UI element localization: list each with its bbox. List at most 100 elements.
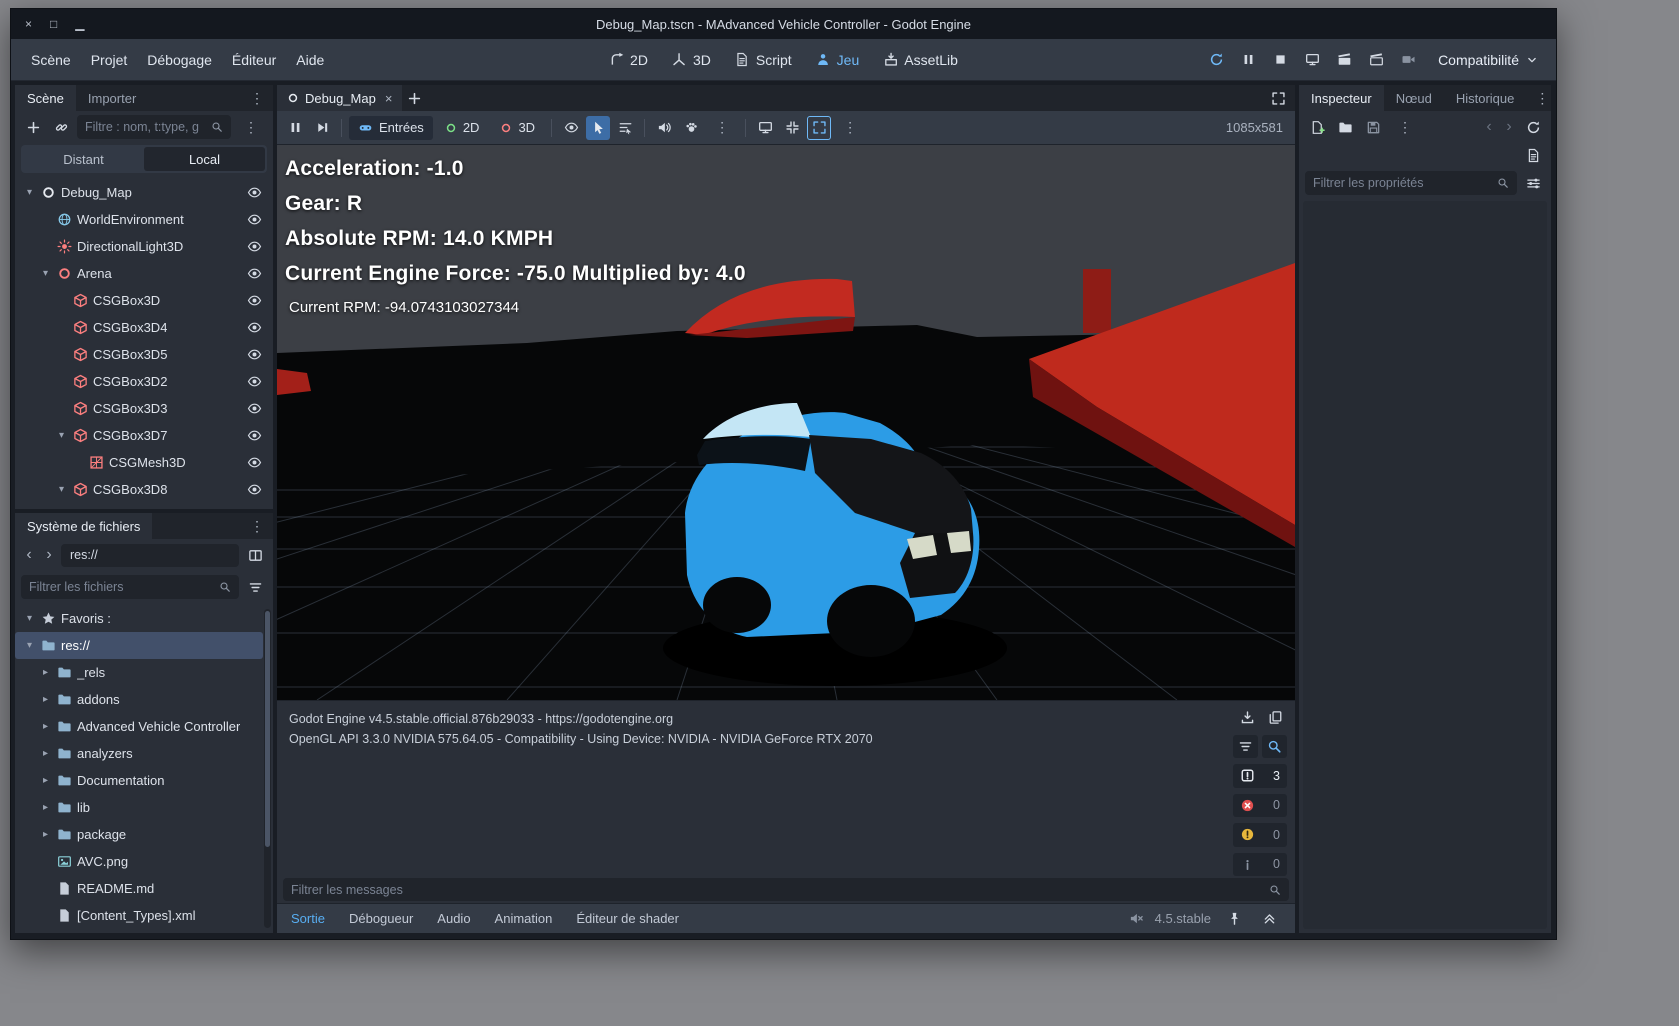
scrollbar-thumb[interactable]	[265, 611, 270, 847]
debug-paint-button[interactable]	[679, 116, 703, 140]
visibility-toggle[interactable]	[247, 266, 269, 281]
message-filter-input[interactable]: Filtrer les messages	[283, 878, 1289, 901]
tree-arrow-icon[interactable]: ▸	[39, 721, 52, 732]
add-node-button[interactable]	[21, 115, 45, 139]
scene-tree-row[interactable]: ▾Debug_Map	[15, 179, 273, 206]
play-custom-scene-button[interactable]	[1362, 47, 1390, 73]
scene-tree-row[interactable]: CSGBox3D2	[15, 368, 273, 395]
mute-game-audio-button[interactable]	[652, 116, 676, 140]
expand-panel-button[interactable]	[1257, 907, 1281, 931]
info-counter[interactable]: 0	[1233, 853, 1287, 877]
maximize-window-button[interactable]: □	[50, 17, 57, 31]
path-input[interactable]: res://	[61, 544, 239, 567]
new-resource-button[interactable]	[1305, 115, 1329, 139]
tree-arrow-icon[interactable]: ▾	[23, 640, 36, 651]
menu-editeur[interactable]: Éditeur	[222, 46, 286, 74]
filesystem-row[interactable]: README.md	[15, 875, 273, 902]
select-mode-button[interactable]	[586, 116, 610, 140]
filesystem-row[interactable]: ▸Documentation	[15, 767, 273, 794]
visibility-toggle[interactable]	[247, 347, 269, 362]
inspector-back-button[interactable]: ‹	[1481, 116, 1497, 138]
filesystem-row[interactable]: ▸analyzers	[15, 740, 273, 767]
new-scene-tab-button[interactable]	[402, 86, 426, 110]
bottom-tab-editeur-de-shader[interactable]: Éditeur de shader	[576, 911, 679, 926]
load-resource-button[interactable]	[1333, 115, 1357, 139]
property-tools-button[interactable]	[1521, 171, 1545, 195]
collapse-arrow-icon[interactable]: ▾	[55, 430, 68, 441]
workspace-script[interactable]: Script	[726, 47, 801, 73]
embed-options-button[interactable]	[753, 116, 777, 140]
inspector-history-button[interactable]	[1521, 115, 1545, 139]
property-filter-input[interactable]: Filtrer les propriétés	[1305, 171, 1517, 195]
scene-tree-row[interactable]: CSGMesh3D	[15, 449, 273, 476]
camera-2d-button[interactable]: 2D	[436, 116, 489, 140]
pin-panel-button[interactable]	[1222, 907, 1246, 931]
remote-debug-button[interactable]	[1298, 47, 1326, 73]
visibility-toggle[interactable]	[247, 320, 269, 335]
visibility-toggle[interactable]	[247, 239, 269, 254]
scene-tree-row[interactable]: ▾CSGBox3D8	[15, 476, 273, 503]
menu-debogage[interactable]: Débogage	[137, 46, 222, 74]
scene-tree-row[interactable]: WorldEnvironment	[15, 206, 273, 233]
menu-aide[interactable]: Aide	[286, 46, 334, 74]
workspace-3d[interactable]: 3D	[663, 47, 720, 73]
errors-counter[interactable]: 0	[1233, 794, 1287, 818]
camera-override-button[interactable]	[559, 116, 583, 140]
inspector-menu-button[interactable]: ⋮	[1526, 85, 1558, 111]
save-output-button[interactable]	[1235, 705, 1259, 729]
renderer-select[interactable]: Compatibilité	[1426, 48, 1546, 72]
play-scene-button[interactable]	[1330, 47, 1358, 73]
filesystem-scrollbar[interactable]	[264, 609, 271, 928]
history-back-button[interactable]: ‹	[21, 544, 37, 566]
warnings-counter[interactable]: 0	[1233, 823, 1287, 847]
tab-scene[interactable]: Scène	[15, 85, 76, 111]
history-forward-button[interactable]: ›	[41, 544, 57, 566]
search-output-button[interactable]	[1262, 735, 1287, 758]
file-filter-input[interactable]: Filtrer les fichiers	[21, 575, 239, 599]
filesystem-tab[interactable]: Système de fichiers	[15, 513, 152, 539]
bottom-tab-animation[interactable]: Animation	[495, 911, 553, 926]
tree-arrow-icon[interactable]: ▸	[39, 748, 52, 759]
scene-tree-row[interactable]: CSGBox3D4	[15, 314, 273, 341]
remote-button[interactable]: Distant	[23, 147, 144, 171]
inspector-forward-button[interactable]: ›	[1501, 116, 1517, 138]
menu-projet[interactable]: Projet	[81, 46, 138, 74]
game-options-menu-button[interactable]: ⋮	[706, 119, 738, 136]
bottom-tab-debogueur[interactable]: Débogueur	[349, 911, 413, 926]
scene-tree-row[interactable]: ▾Arena	[15, 260, 273, 287]
scene-dock-menu-button[interactable]: ⋮	[241, 85, 273, 111]
movie-mode-button[interactable]	[1394, 47, 1422, 73]
tab-inspecteur[interactable]: Inspecteur	[1299, 85, 1384, 111]
filesystem-row[interactable]: ▾res://	[15, 632, 263, 659]
input-mode-button[interactable]: Entrées	[349, 116, 433, 140]
filesystem-row[interactable]: ▸Advanced Vehicle Controller	[15, 713, 273, 740]
tree-arrow-icon[interactable]: ▸	[39, 829, 52, 840]
collapse-arrow-icon[interactable]: ▾	[55, 484, 68, 495]
filesystem-menu-button[interactable]: ⋮	[241, 513, 273, 539]
filesystem-row[interactable]: ▸addons	[15, 686, 273, 713]
tree-arrow-icon[interactable]: ▸	[39, 694, 52, 705]
filesystem-row[interactable]: ▸package	[15, 821, 273, 848]
filesystem-row[interactable]: [Content_Types].xml	[15, 902, 273, 929]
visibility-toggle[interactable]	[247, 374, 269, 389]
workspace-assetlib[interactable]: AssetLib	[874, 47, 967, 73]
camera-3d-button[interactable]: 3D	[491, 116, 544, 140]
open-docs-button[interactable]	[1521, 143, 1545, 167]
tab-importer[interactable]: Importer	[76, 85, 148, 111]
visibility-toggle[interactable]	[247, 212, 269, 227]
game-viewport[interactable]: Current RPM: -94.0743103027344 Accelerat…	[277, 145, 1295, 700]
stretch-view-button[interactable]	[807, 116, 831, 140]
bottom-tab-sortie[interactable]: Sortie	[291, 911, 325, 926]
split-view-button[interactable]	[243, 543, 267, 567]
copy-output-button[interactable]	[1263, 705, 1287, 729]
visibility-toggle[interactable]	[247, 428, 269, 443]
visibility-toggle[interactable]	[247, 455, 269, 470]
next-frame-button[interactable]	[310, 116, 334, 140]
issues-counter[interactable]: 3	[1233, 764, 1287, 788]
restart-button[interactable]	[1202, 47, 1230, 73]
titlebar[interactable]: × □ ▁ Debug_Map.tscn - MAdvanced Vehicle…	[11, 9, 1556, 39]
filesystem-row[interactable]: ▸_rels	[15, 659, 273, 686]
view-menu-button[interactable]: ⋮	[834, 119, 866, 136]
scene-tree-row[interactable]: CSGBox3D3	[15, 395, 273, 422]
expand-viewport-button[interactable]	[1266, 86, 1290, 110]
